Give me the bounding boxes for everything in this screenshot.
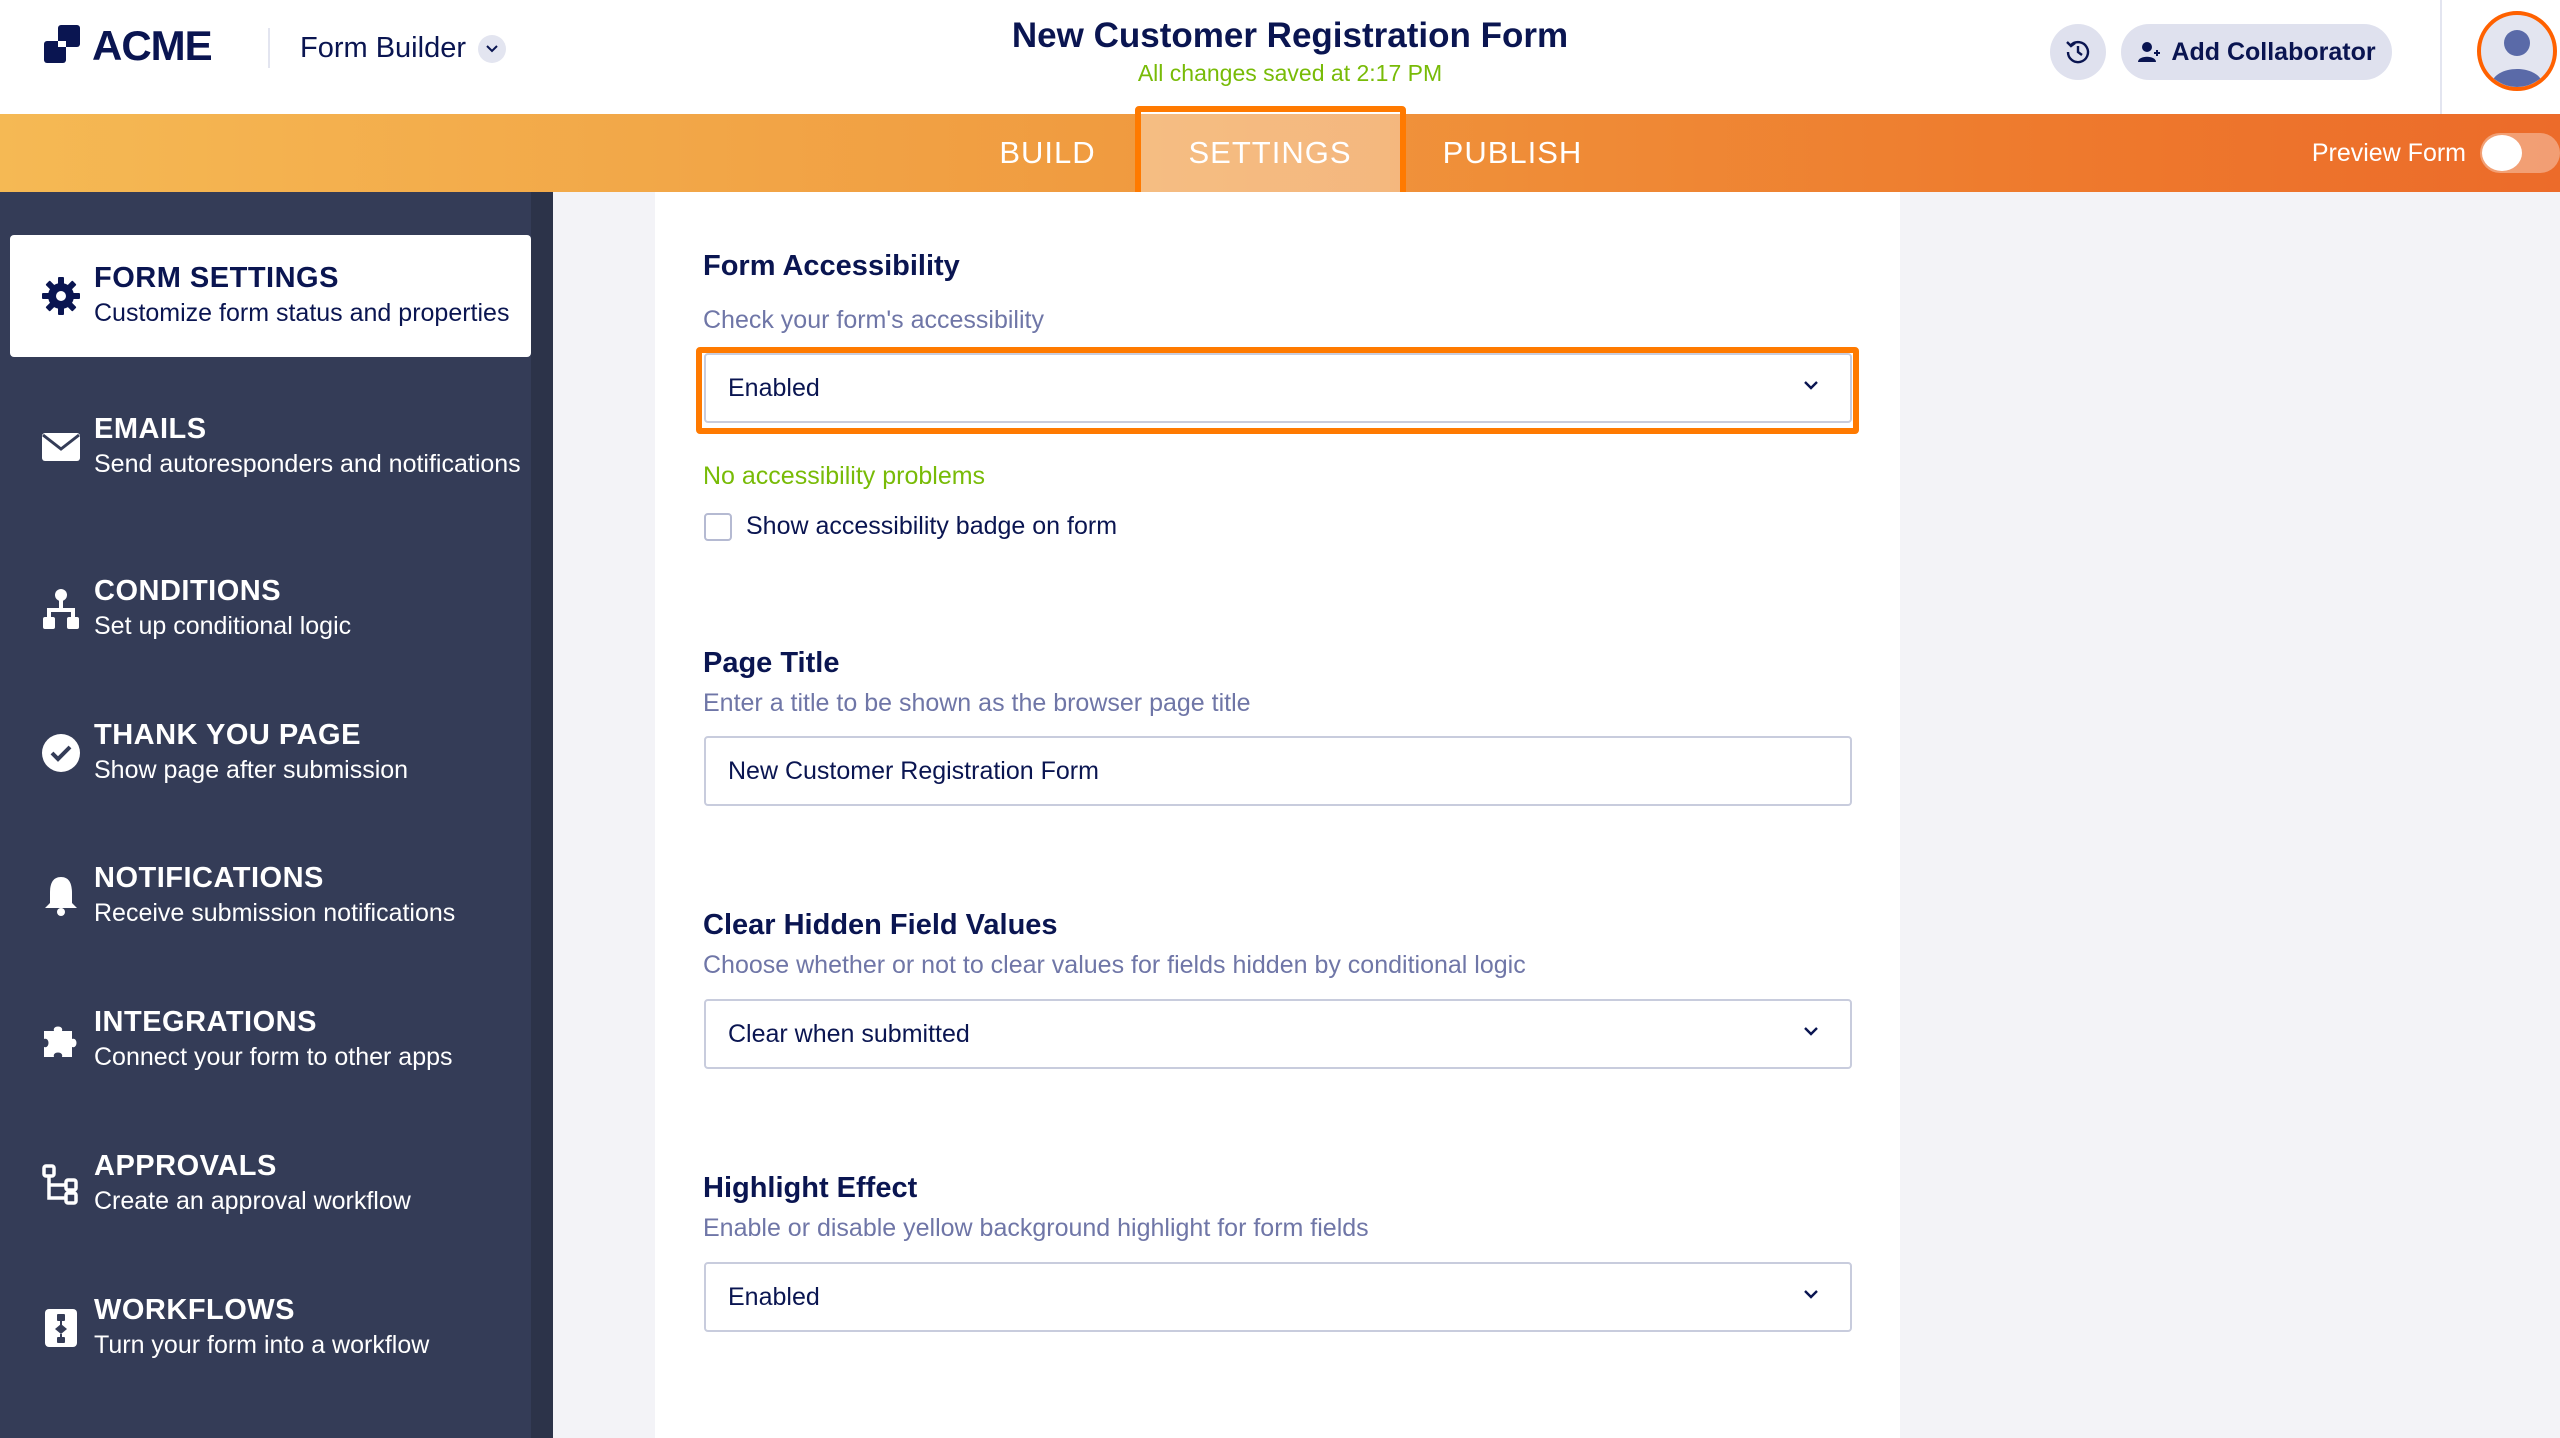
- sidebar-item-approvals[interactable]: APPROVALS Create an approval workflow: [10, 1123, 531, 1245]
- logo-text: ACME: [92, 22, 213, 69]
- clear-hidden-title: Clear Hidden Field Values: [703, 909, 1058, 941]
- sidebar-item-desc: Connect your form to other apps: [94, 1043, 453, 1071]
- puzzle-icon: [30, 1009, 92, 1071]
- accessibility-status: No accessibility problems: [703, 462, 986, 490]
- clear-hidden-select[interactable]: Clear when submitted: [704, 999, 1852, 1069]
- highlight-title: Highlight Effect: [703, 1172, 918, 1204]
- preview-form-label: Preview Form: [2311, 138, 2466, 167]
- user-avatar-icon: [2491, 30, 2543, 87]
- sidebar-item-notifications[interactable]: NOTIFICATIONS Receive submission notific…: [10, 835, 531, 957]
- bell-icon: [30, 865, 92, 927]
- sidebar-item-title: THANK YOU PAGE: [94, 719, 361, 751]
- chevron-down-icon: [1804, 1027, 1818, 1036]
- clear-hidden-desc: Choose whether or not to clear values fo…: [703, 951, 1526, 979]
- sidebar-item-workflows[interactable]: WORKFLOWS Turn your form into a workflow: [10, 1267, 531, 1389]
- header-divider: [268, 28, 270, 68]
- app-header: ACME Form Builder New Customer Registrat…: [0, 0, 2560, 114]
- app-switcher[interactable]: Form Builder: [300, 32, 506, 65]
- page-title-heading: Page Title: [703, 647, 840, 679]
- sidebar-item-form-settings[interactable]: FORM SETTINGS Customize form status and …: [10, 235, 531, 357]
- sidebar-item-title: NOTIFICATIONS: [94, 862, 324, 894]
- header-divider-right: [2440, 0, 2442, 114]
- accessibility-select[interactable]: Enabled: [704, 353, 1852, 423]
- sidebar-item-desc: Create an approval workflow: [94, 1187, 411, 1215]
- page-title-input[interactable]: New Customer Registration Form: [704, 736, 1852, 806]
- highlight-value: Enabled: [728, 1282, 820, 1311]
- sidebar-item-title: CONDITIONS: [94, 575, 282, 607]
- chevron-down-icon: [1804, 1290, 1818, 1299]
- save-status: All changes saved at 2:17 PM: [1137, 60, 1443, 86]
- check-circle-icon: [30, 722, 92, 784]
- add-collaborator-button[interactable]: Add Collaborator: [2121, 24, 2392, 80]
- sidebar-item-desc: Show page after submission: [94, 756, 409, 784]
- sidebar-scrollbar[interactable]: [531, 192, 553, 1438]
- checkbox[interactable]: [704, 512, 732, 541]
- accessibility-badge-checkbox[interactable]: Show accessibility badge on form: [704, 512, 1117, 541]
- highlight-desc: Enable or disable yellow background high…: [703, 1214, 1369, 1242]
- page-title-desc: Enter a title to be shown as the browser…: [703, 689, 1251, 717]
- form-title[interactable]: New Customer Registration Form: [880, 16, 1700, 56]
- envelope-icon: [30, 416, 92, 478]
- settings-sidebar: FORM SETTINGS Customize form status and …: [0, 192, 553, 1438]
- preview-form-toggle[interactable]: [2480, 133, 2560, 173]
- workflow-icon: [30, 1297, 92, 1359]
- sidebar-item-title: FORM SETTINGS: [94, 262, 339, 294]
- revision-history-button[interactable]: [2050, 24, 2106, 80]
- form-title-block: New Customer Registration Form All chang…: [880, 16, 1700, 87]
- accessibility-badge-label: Show accessibility badge on form: [746, 512, 1118, 540]
- chevron-down-icon: [1804, 381, 1818, 390]
- accessibility-title: Form Accessibility: [703, 250, 960, 282]
- highlight-select[interactable]: Enabled: [704, 1262, 1852, 1332]
- gear-icon: [30, 265, 92, 327]
- avatar[interactable]: [2477, 11, 2557, 91]
- sidebar-item-desc: Set up conditional logic: [94, 612, 352, 640]
- tab-settings[interactable]: SETTINGS: [1140, 114, 1400, 192]
- app-name: Form Builder: [300, 32, 466, 64]
- sidebar-item-integrations[interactable]: INTEGRATIONS Connect your form to other …: [10, 979, 531, 1101]
- tab-publish[interactable]: PUBLISH: [1425, 114, 1600, 192]
- sidebar-item-desc: Receive submission notifications: [94, 899, 456, 927]
- approval-flow-icon: [30, 1153, 92, 1215]
- history-icon: [2066, 40, 2090, 64]
- accessibility-value: Enabled: [728, 373, 820, 402]
- top-navigation: BUILD SETTINGS PUBLISH Preview Form: [0, 114, 2560, 192]
- sidebar-item-title: WORKFLOWS: [94, 1294, 296, 1326]
- clear-hidden-value: Clear when submitted: [728, 1019, 970, 1048]
- sidebar-item-conditions[interactable]: CONDITIONS Set up conditional logic: [10, 548, 531, 670]
- preview-form-control: Preview Form: [2312, 114, 2560, 192]
- toggle-knob: [2482, 135, 2522, 171]
- sidebar-item-emails[interactable]: EMAILS Send autoresponders and notificat…: [10, 386, 531, 508]
- chevron-down-icon: [478, 34, 506, 63]
- page-title-value: New Customer Registration Form: [728, 756, 1099, 785]
- accessibility-desc: Check your form's accessibility: [703, 306, 1044, 334]
- sidebar-item-desc: Send autoresponders and notifications: [94, 450, 521, 478]
- add-collaborator-label: Add Collaborator: [2171, 37, 2376, 66]
- tab-build[interactable]: BUILD: [980, 114, 1115, 192]
- sidebar-item-desc: Customize form status and properties: [94, 299, 510, 327]
- sidebar-item-title: INTEGRATIONS: [94, 1006, 317, 1038]
- logo-mark-icon: [44, 25, 80, 63]
- sidebar-item-desc: Turn your form into a workflow: [94, 1331, 430, 1359]
- sidebar-item-title: APPROVALS: [94, 1150, 277, 1182]
- acme-logo[interactable]: ACME: [42, 22, 213, 70]
- settings-panel: Form Accessibility Check your form's acc…: [655, 192, 1900, 1438]
- add-user-icon: [2138, 42, 2161, 62]
- hierarchy-icon: [30, 578, 92, 640]
- sidebar-item-thank-you-page[interactable]: THANK YOU PAGE Show page after submissio…: [10, 692, 531, 814]
- sidebar-item-title: EMAILS: [94, 413, 207, 445]
